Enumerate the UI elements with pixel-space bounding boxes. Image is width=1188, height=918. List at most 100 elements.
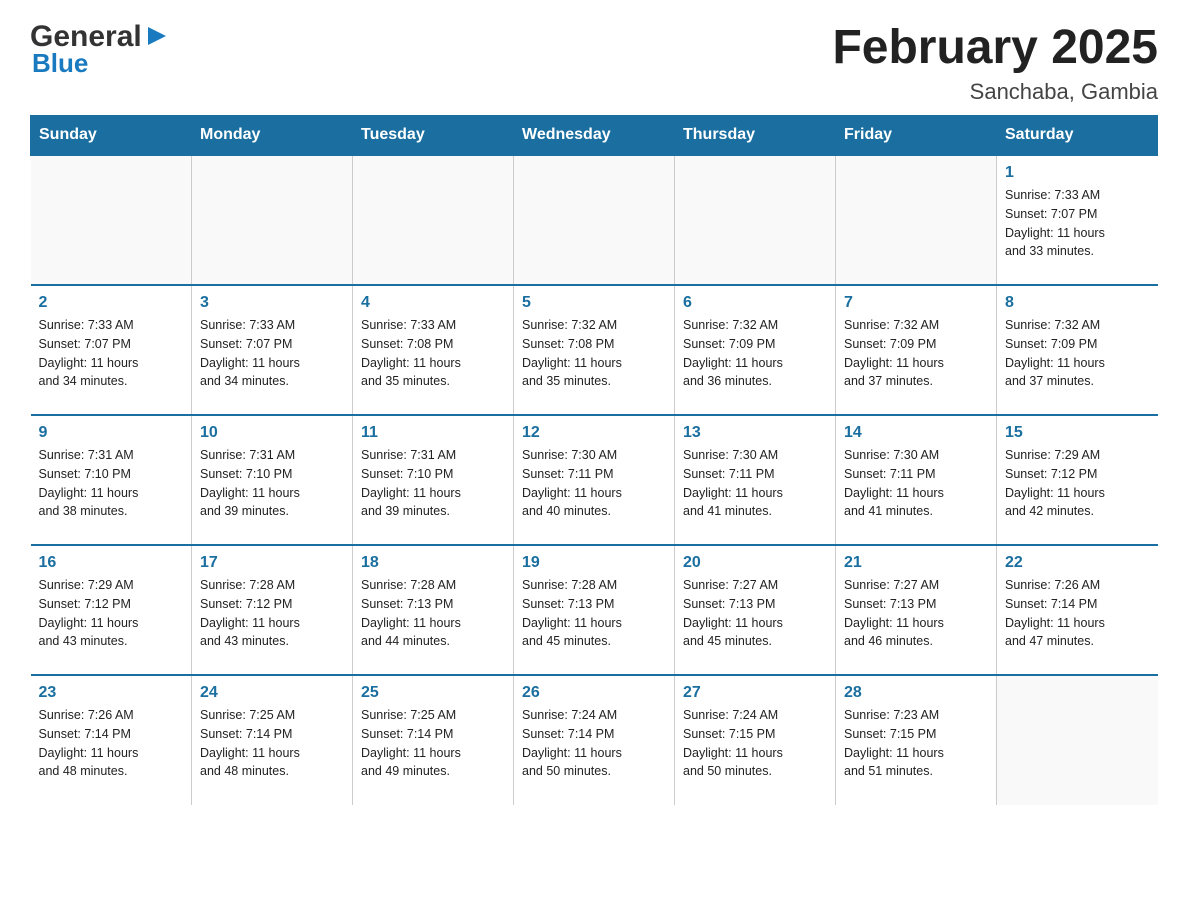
day-number: 12 — [522, 424, 666, 442]
calendar-cell: 18 Sunrise: 7:28 AM Sunset: 7:13 PM Dayli… — [353, 545, 514, 675]
calendar-cell: 26 Sunrise: 7:24 AM Sunset: 7:14 PM Dayli… — [514, 675, 675, 805]
calendar-cell: 21 Sunrise: 7:27 AM Sunset: 7:13 PM Dayli… — [836, 545, 997, 675]
calendar-cell: 8 Sunrise: 7:32 AM Sunset: 7:09 PM Daylig… — [997, 285, 1158, 415]
calendar-cell: 22 Sunrise: 7:26 AM Sunset: 7:14 PM Dayli… — [997, 545, 1158, 675]
day-number: 3 — [200, 294, 344, 312]
day-info: Sunrise: 7:32 AM Sunset: 7:09 PM Dayligh… — [844, 316, 988, 391]
calendar-cell: 14 Sunrise: 7:30 AM Sunset: 7:11 PM Dayli… — [836, 415, 997, 545]
day-number: 14 — [844, 424, 988, 442]
calendar-cell: 24 Sunrise: 7:25 AM Sunset: 7:14 PM Dayli… — [192, 675, 353, 805]
calendar-cell: 4Sunrise: 7:33 AM Sunset: 7:08 PM Daylig… — [353, 285, 514, 415]
calendar-week-3: 9Sunrise: 7:31 AM Sunset: 7:10 PM Daylig… — [31, 415, 1158, 545]
day-info: Sunrise: 7:32 AM Sunset: 7:09 PM Dayligh… — [683, 316, 827, 391]
day-info: Sunrise: 7:30 AM Sunset: 7:11 PM Dayligh… — [683, 446, 827, 521]
day-info: Sunrise: 7:30 AM Sunset: 7:11 PM Dayligh… — [522, 446, 666, 521]
day-number: 19 — [522, 554, 666, 572]
day-info: Sunrise: 7:33 AM Sunset: 7:07 PM Dayligh… — [200, 316, 344, 391]
calendar-cell: 17 Sunrise: 7:28 AM Sunset: 7:12 PM Dayli… — [192, 545, 353, 675]
day-number: 26 — [522, 684, 666, 702]
calendar-header: Sunday Monday Tuesday Wednesday Thursday… — [31, 116, 1158, 156]
logo: General Blue — [30, 20, 168, 79]
day-info: Sunrise: 7:32 AM Sunset: 7:09 PM Dayligh… — [1005, 316, 1150, 391]
calendar-cell: 1 Sunrise: 7:33 AM Sunset: 7:07 PM Daylig… — [997, 155, 1158, 285]
header-sunday: Sunday — [31, 116, 192, 156]
calendar-cell: 20 Sunrise: 7:27 AM Sunset: 7:13 PM Dayli… — [675, 545, 836, 675]
header-tuesday: Tuesday — [353, 116, 514, 156]
day-info: Sunrise: 7:33 AM Sunset: 7:07 PM Dayligh… — [39, 316, 184, 391]
logo-blue-text: Blue — [32, 48, 88, 79]
day-info: Sunrise: 7:28 AM Sunset: 7:12 PM Dayligh… — [200, 576, 344, 651]
day-number: 24 — [200, 684, 344, 702]
day-number: 28 — [844, 684, 988, 702]
day-number: 1 — [1005, 164, 1150, 182]
page-header: General Blue February 2025 Sanchaba, Gam… — [30, 20, 1158, 105]
calendar-table: Sunday Monday Tuesday Wednesday Thursday… — [30, 115, 1158, 805]
day-info: Sunrise: 7:26 AM Sunset: 7:14 PM Dayligh… — [39, 706, 184, 781]
header-monday: Monday — [192, 116, 353, 156]
calendar-cell: 5Sunrise: 7:32 AM Sunset: 7:08 PM Daylig… — [514, 285, 675, 415]
calendar-cell: 12 Sunrise: 7:30 AM Sunset: 7:11 PM Dayli… — [514, 415, 675, 545]
day-info: Sunrise: 7:26 AM Sunset: 7:14 PM Dayligh… — [1005, 576, 1150, 651]
day-info: Sunrise: 7:24 AM Sunset: 7:15 PM Dayligh… — [683, 706, 827, 781]
logo-triangle-icon — [146, 25, 168, 47]
calendar-title: February 2025 — [832, 20, 1158, 75]
header-saturday: Saturday — [997, 116, 1158, 156]
day-info: Sunrise: 7:29 AM Sunset: 7:12 PM Dayligh… — [39, 576, 184, 651]
calendar-week-2: 2 Sunrise: 7:33 AM Sunset: 7:07 PM Daylig… — [31, 285, 1158, 415]
day-number: 27 — [683, 684, 827, 702]
day-number: 2 — [39, 294, 184, 312]
calendar-cell: 19 Sunrise: 7:28 AM Sunset: 7:13 PM Dayli… — [514, 545, 675, 675]
day-number: 18 — [361, 554, 505, 572]
calendar-cell: 2 Sunrise: 7:33 AM Sunset: 7:07 PM Daylig… — [31, 285, 192, 415]
calendar-cell: 27 Sunrise: 7:24 AM Sunset: 7:15 PM Dayli… — [675, 675, 836, 805]
day-info: Sunrise: 7:25 AM Sunset: 7:14 PM Dayligh… — [361, 706, 505, 781]
day-info: Sunrise: 7:32 AM Sunset: 7:08 PM Dayligh… — [522, 316, 666, 391]
calendar-cell: 13 Sunrise: 7:30 AM Sunset: 7:11 PM Dayli… — [675, 415, 836, 545]
day-number: 21 — [844, 554, 988, 572]
day-info: Sunrise: 7:30 AM Sunset: 7:11 PM Dayligh… — [844, 446, 988, 521]
calendar-week-1: 1 Sunrise: 7:33 AM Sunset: 7:07 PM Daylig… — [31, 155, 1158, 285]
day-number: 20 — [683, 554, 827, 572]
calendar-cell: 6 Sunrise: 7:32 AM Sunset: 7:09 PM Daylig… — [675, 285, 836, 415]
calendar-cell: 3 Sunrise: 7:33 AM Sunset: 7:07 PM Daylig… — [192, 285, 353, 415]
calendar-cell — [353, 155, 514, 285]
calendar-cell: 7 Sunrise: 7:32 AM Sunset: 7:09 PM Daylig… — [836, 285, 997, 415]
day-number: 6 — [683, 294, 827, 312]
day-number: 17 — [200, 554, 344, 572]
day-number: 23 — [39, 684, 184, 702]
header-thursday: Thursday — [675, 116, 836, 156]
day-info: Sunrise: 7:24 AM Sunset: 7:14 PM Dayligh… — [522, 706, 666, 781]
day-info: Sunrise: 7:28 AM Sunset: 7:13 PM Dayligh… — [361, 576, 505, 651]
calendar-cell: 9Sunrise: 7:31 AM Sunset: 7:10 PM Daylig… — [31, 415, 192, 545]
day-number: 8 — [1005, 294, 1150, 312]
calendar-subtitle: Sanchaba, Gambia — [832, 79, 1158, 105]
day-info: Sunrise: 7:31 AM Sunset: 7:10 PM Dayligh… — [200, 446, 344, 521]
calendar-cell — [31, 155, 192, 285]
calendar-cell — [514, 155, 675, 285]
calendar-cell: 11 Sunrise: 7:31 AM Sunset: 7:10 PM Dayli… — [353, 415, 514, 545]
day-number: 10 — [200, 424, 344, 442]
day-number: 11 — [361, 424, 505, 442]
title-area: February 2025 Sanchaba, Gambia — [832, 20, 1158, 105]
day-info: Sunrise: 7:31 AM Sunset: 7:10 PM Dayligh… — [361, 446, 505, 521]
calendar-cell — [997, 675, 1158, 805]
calendar-body: 1 Sunrise: 7:33 AM Sunset: 7:07 PM Daylig… — [31, 155, 1158, 805]
calendar-cell: 16Sunrise: 7:29 AM Sunset: 7:12 PM Dayli… — [31, 545, 192, 675]
day-info: Sunrise: 7:27 AM Sunset: 7:13 PM Dayligh… — [683, 576, 827, 651]
day-number: 22 — [1005, 554, 1150, 572]
day-info: Sunrise: 7:27 AM Sunset: 7:13 PM Dayligh… — [844, 576, 988, 651]
calendar-cell — [192, 155, 353, 285]
calendar-cell: 15Sunrise: 7:29 AM Sunset: 7:12 PM Dayli… — [997, 415, 1158, 545]
day-info: Sunrise: 7:33 AM Sunset: 7:07 PM Dayligh… — [1005, 186, 1150, 261]
day-number: 13 — [683, 424, 827, 442]
calendar-cell: 25 Sunrise: 7:25 AM Sunset: 7:14 PM Dayli… — [353, 675, 514, 805]
day-info: Sunrise: 7:28 AM Sunset: 7:13 PM Dayligh… — [522, 576, 666, 651]
day-info: Sunrise: 7:31 AM Sunset: 7:10 PM Dayligh… — [39, 446, 184, 521]
day-number: 25 — [361, 684, 505, 702]
day-info: Sunrise: 7:25 AM Sunset: 7:14 PM Dayligh… — [200, 706, 344, 781]
calendar-cell: 10 Sunrise: 7:31 AM Sunset: 7:10 PM Dayli… — [192, 415, 353, 545]
day-info: Sunrise: 7:33 AM Sunset: 7:08 PM Dayligh… — [361, 316, 505, 391]
calendar-cell — [836, 155, 997, 285]
calendar-cell: 23 Sunrise: 7:26 AM Sunset: 7:14 PM Dayli… — [31, 675, 192, 805]
day-number: 7 — [844, 294, 988, 312]
